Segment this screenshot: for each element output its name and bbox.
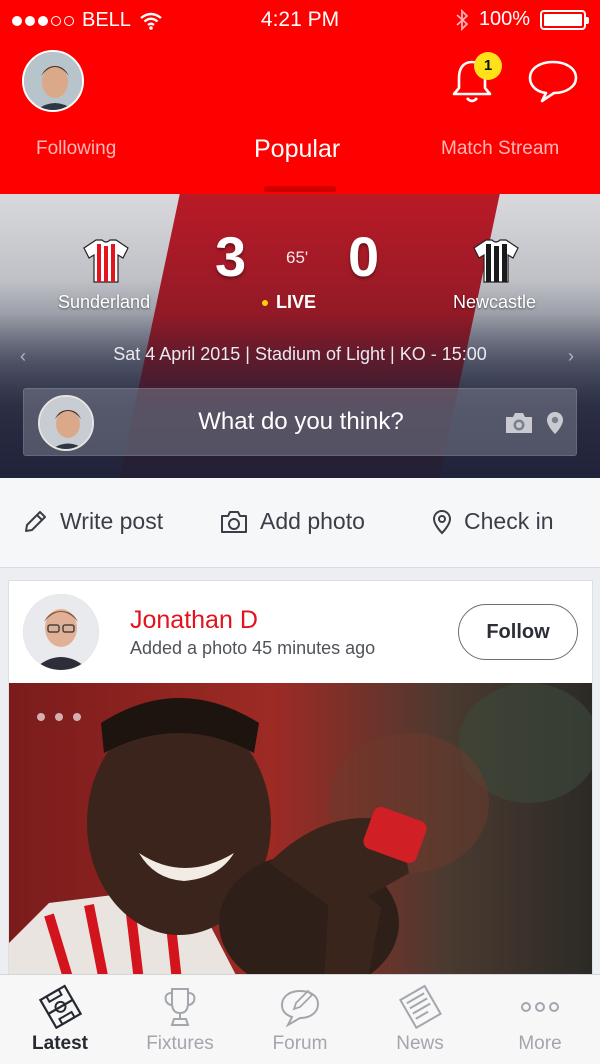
write-post-label: Write post (60, 508, 164, 534)
tab-match-stream[interactable]: Match Stream (441, 138, 559, 160)
feed-tabs: Following Popular Match Stream (0, 130, 600, 174)
bottom-tab-bar: Latest Fixtures Forum News More (0, 974, 600, 1064)
status-bar: BELL 4:21 PM 100% (0, 0, 600, 40)
more-dots-icon (521, 1002, 559, 1012)
post-photo[interactable] (9, 683, 592, 979)
post-author-name[interactable]: Jonathan D (130, 606, 258, 635)
newcastle-shirt-icon (473, 239, 519, 283)
tab-latest-label: Latest (32, 1033, 88, 1054)
next-match-chevron-icon[interactable]: › (568, 346, 574, 367)
location-pin-icon (432, 509, 452, 534)
away-score: 0 (348, 225, 380, 288)
camera-icon (221, 510, 247, 533)
comment-icons (504, 411, 564, 435)
app-header: BELL 4:21 PM 100% 1 Following Popular Ma… (0, 0, 600, 194)
comment-prompt: What do you think? (198, 408, 404, 435)
newspaper-icon (399, 984, 442, 1029)
follow-button[interactable]: Follow (458, 604, 578, 660)
tab-popular[interactable]: Popular (254, 135, 340, 164)
chat-bubble-icon (528, 60, 578, 103)
post-meta: Added a photo 45 minutes ago (130, 638, 376, 658)
post-options-icon[interactable] (37, 713, 81, 721)
match-banner[interactable]: Sunderland 3 65' 0 LIVE Newcastle ‹ Sat … (0, 194, 600, 478)
home-score: 3 (215, 225, 247, 288)
pencil-icon (25, 510, 46, 532)
tab-forum[interactable]: Forum (240, 975, 360, 1064)
camera-icon[interactable] (504, 411, 534, 435)
add-photo-label: Add photo (260, 508, 365, 534)
match-info: Sat 4 April 2015 | Stadium of Light | KO… (113, 344, 487, 364)
check-in-button[interactable]: Check in (432, 508, 553, 535)
tab-more[interactable]: More (480, 975, 600, 1064)
add-photo-button[interactable]: Add photo (220, 508, 365, 535)
location-pin-icon[interactable] (546, 411, 564, 435)
tab-fixtures[interactable]: Fixtures (120, 975, 240, 1064)
author-avatar[interactable] (23, 594, 99, 670)
check-in-label: Check in (464, 508, 554, 534)
battery-percent: 100% (478, 8, 530, 30)
home-team-name: Sunderland (58, 292, 151, 312)
live-label: LIVE (276, 292, 317, 312)
feed-post-card: Jonathan D Added a photo 45 minutes ago … (8, 580, 593, 980)
messages-button[interactable] (526, 58, 580, 104)
active-tab-indicator (264, 186, 336, 192)
live-dot-icon (262, 299, 268, 306)
tab-following[interactable]: Following (36, 138, 116, 160)
tab-news[interactable]: News (360, 975, 480, 1064)
sunderland-shirt-icon (83, 239, 129, 283)
bluetooth-icon (456, 8, 469, 31)
tab-latest[interactable]: Latest (0, 975, 120, 1064)
away-team-name: Newcastle (453, 292, 537, 312)
tab-forum-label: Forum (272, 1033, 328, 1054)
live-indicator: LIVE (262, 292, 316, 313)
speech-bubble-icon (280, 989, 320, 1028)
status-right: 100% (455, 8, 589, 31)
post-header: Jonathan D Added a photo 45 minutes ago … (9, 581, 592, 683)
notification-badge: 1 (474, 52, 502, 80)
trophy-icon (164, 988, 196, 1026)
post-actions-bar: Write post Add photo Check in (0, 478, 600, 568)
match-minute: 65' (286, 248, 309, 267)
tab-news-label: News (396, 1033, 444, 1054)
profile-avatar[interactable] (22, 50, 84, 112)
tab-more-label: More (518, 1033, 562, 1054)
comment-input[interactable]: What do you think? (23, 388, 577, 456)
tab-fixtures-label: Fixtures (146, 1033, 214, 1054)
pitch-icon (38, 984, 82, 1029)
battery-icon (540, 9, 589, 30)
write-post-button[interactable]: Write post (22, 508, 163, 535)
